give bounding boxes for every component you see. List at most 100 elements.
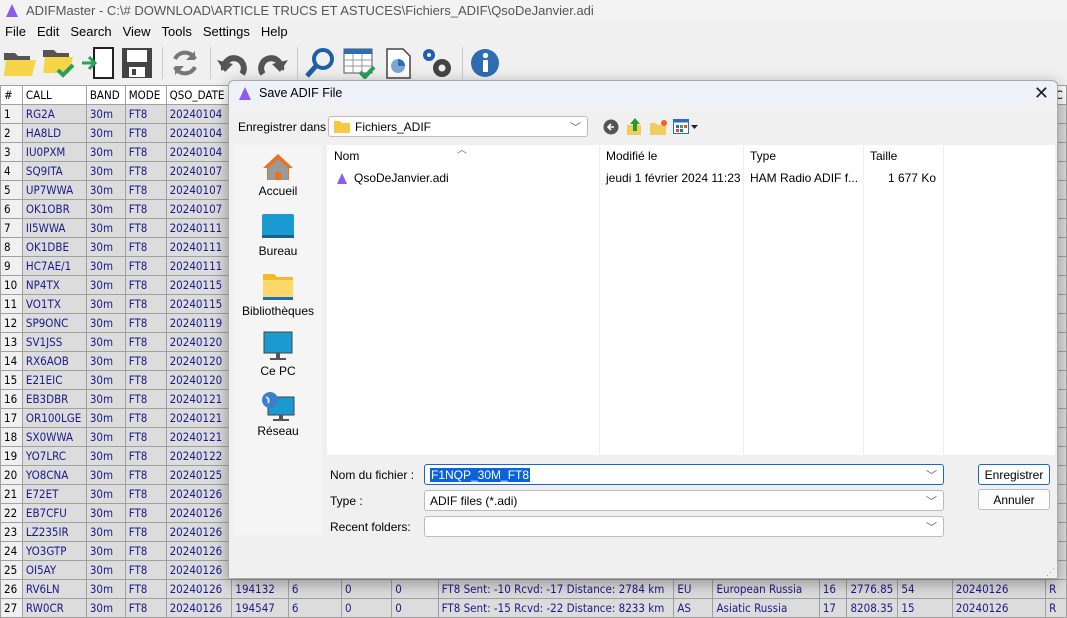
table-cell[interactable]: FT8	[124, 142, 167, 162]
place-bureau[interactable]: Bureau	[234, 205, 322, 265]
table-cell[interactable]: RX6AOB	[21, 351, 87, 371]
table-cell[interactable]: FT8	[124, 427, 167, 447]
table-cell[interactable]: 0	[340, 579, 393, 599]
table-cell[interactable]: 20240121	[165, 427, 233, 447]
table-cell[interactable]: FT8	[124, 237, 167, 257]
menu-file[interactable]: File	[0, 22, 32, 42]
undo-icon[interactable]	[215, 45, 251, 81]
table-cell[interactable]: FT8	[124, 541, 167, 561]
table-cell[interactable]: 20240104	[165, 104, 233, 124]
table-cell[interactable]: FT8	[124, 484, 167, 504]
table-cell[interactable]: FT8	[124, 332, 167, 352]
open-folder-icon[interactable]	[2, 45, 38, 81]
table-cell[interactable]: 30m	[85, 313, 126, 333]
table-cell[interactable]: 30m	[85, 180, 126, 200]
row-number[interactable]: 14	[0, 351, 23, 371]
row-number[interactable]: 23	[0, 522, 23, 542]
table-cell[interactable]: YO3GTP	[21, 541, 87, 561]
table-cell[interactable]: FT8	[124, 465, 167, 485]
row-number[interactable]: 26	[0, 579, 23, 599]
chevron-down-icon[interactable]: ﹀	[926, 467, 937, 483]
table-cell[interactable]: 20240121	[165, 389, 233, 409]
table-cell[interactable]: 20240126	[165, 522, 233, 542]
table-cell[interactable]: 30m	[85, 465, 126, 485]
column-header[interactable]: #	[0, 85, 23, 105]
table-cell[interactable]: FT8	[124, 123, 167, 143]
row-number[interactable]: 7	[0, 218, 23, 238]
table-cell[interactable]: FT8	[124, 408, 167, 428]
row-number[interactable]: 6	[0, 199, 23, 219]
table-cell[interactable]: 20240120	[165, 370, 233, 390]
table-cell[interactable]: FT8	[124, 199, 167, 219]
table-cell[interactable]: IU0PXM	[21, 142, 87, 162]
row-number[interactable]: 1	[0, 104, 23, 124]
row-number[interactable]: 17	[0, 408, 23, 428]
table-cell[interactable]: FT8	[124, 218, 167, 238]
table-cell[interactable]: 20240107	[165, 199, 233, 219]
table-cell[interactable]: FT8	[124, 370, 167, 390]
table-cell[interactable]: 20240125	[165, 465, 233, 485]
table-cell[interactable]: OI5AY	[21, 560, 87, 580]
table-cell[interactable]: 30m	[85, 541, 126, 561]
table-cell[interactable]: 20240107	[165, 161, 233, 181]
table-check-icon[interactable]	[341, 45, 377, 81]
table-cell[interactable]: FT8	[124, 560, 167, 580]
table-cell[interactable]: FT8	[124, 522, 167, 542]
table-cell[interactable]: 20240104	[165, 142, 233, 162]
table-cell[interactable]: 20240126	[951, 579, 1047, 599]
row-number[interactable]: 11	[0, 294, 23, 314]
column-header[interactable]: QSO_DATE	[165, 85, 233, 105]
menu-help[interactable]: Help	[256, 22, 294, 42]
table-cell[interactable]: OR100LGE	[21, 408, 87, 428]
table-cell[interactable]: 30m	[85, 579, 126, 599]
table-cell[interactable]: RG2A	[21, 104, 87, 124]
place-bibliotheques[interactable]: Bibliothèques	[234, 265, 322, 325]
row-number[interactable]: 19	[0, 446, 23, 466]
table-cell[interactable]: 2776.85	[846, 579, 899, 599]
menu-tools[interactable]: Tools	[157, 22, 198, 42]
table-cell[interactable]: 20240119	[165, 313, 233, 333]
row-number[interactable]: 16	[0, 389, 23, 409]
view-menu-icon[interactable]	[673, 119, 699, 135]
table-cell[interactable]: 30m	[85, 123, 126, 143]
table-cell[interactable]: FT8	[124, 294, 167, 314]
table-cell[interactable]: LZ235IR	[21, 522, 87, 542]
table-cell[interactable]: 30m	[85, 218, 126, 238]
recent-folders-dropdown[interactable]: ﹀	[424, 516, 944, 537]
row-number[interactable]: 18	[0, 427, 23, 447]
table-cell[interactable]: 30m	[85, 389, 126, 409]
row-number[interactable]: 9	[0, 256, 23, 276]
back-icon[interactable]	[603, 119, 619, 135]
table-cell[interactable]: FT8	[124, 256, 167, 276]
table-cell[interactable]: FT8	[124, 446, 167, 466]
table-cell[interactable]: 30m	[85, 237, 126, 257]
table-cell[interactable]: 30m	[85, 560, 126, 580]
table-cell[interactable]: SX0WWA	[21, 427, 87, 447]
table-cell[interactable]: 30m	[85, 427, 126, 447]
table-cell[interactable]: FT8	[124, 104, 167, 124]
row-number[interactable]: 12	[0, 313, 23, 333]
row-number[interactable]: 24	[0, 541, 23, 561]
table-cell[interactable]: European Russia	[712, 579, 820, 599]
row-number[interactable]: 15	[0, 370, 23, 390]
table-cell[interactable]: 30m	[85, 351, 126, 371]
column-header[interactable]: BAND	[85, 85, 126, 105]
table-cell[interactable]: FT8	[124, 275, 167, 295]
table-cell[interactable]: EB7CFU	[21, 503, 87, 523]
import-icon[interactable]	[80, 45, 116, 81]
table-cell[interactable]: YO8CNA	[21, 465, 87, 485]
table-cell[interactable]: FT8	[124, 389, 167, 409]
place-reseau[interactable]: Réseau	[234, 385, 322, 445]
table-cell[interactable]: 20240126	[165, 560, 233, 580]
table-cell[interactable]: 54	[897, 579, 953, 599]
report-icon[interactable]	[380, 45, 416, 81]
column-header-name[interactable]: Nom	[334, 149, 359, 163]
row-number[interactable]: 22	[0, 503, 23, 523]
menu-settings[interactable]: Settings	[198, 22, 256, 42]
table-cell[interactable]: FT8	[124, 180, 167, 200]
table-cell[interactable]: 30m	[85, 294, 126, 314]
table-cell[interactable]: FT8	[124, 313, 167, 333]
table-cell[interactable]: EB3DBR	[21, 389, 87, 409]
row-number[interactable]: 20	[0, 465, 23, 485]
table-row[interactable]: 26 RV6LN 30m FT8 20240126 194132 6 0 0 FT8 Sent: …	[0, 579, 1067, 599]
